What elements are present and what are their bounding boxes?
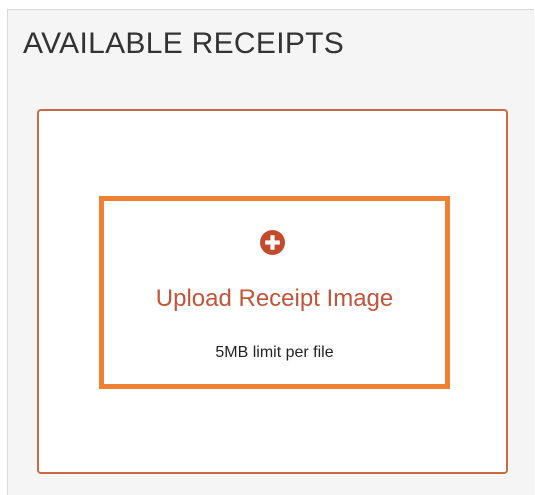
file-size-limit-text: 5MB limit per file <box>215 344 334 361</box>
receipt-dropzone[interactable]: Upload Receipt Image 5MB limit per file <box>37 109 508 474</box>
receipts-panel: AVAILABLE RECEIPTS Upload Receipt Image … <box>7 9 534 495</box>
section-title: AVAILABLE RECEIPTS <box>23 27 345 60</box>
upload-receipt-button[interactable]: Upload Receipt Image 5MB limit per file <box>99 196 450 389</box>
plus-circle-icon <box>260 230 285 255</box>
upload-label: Upload Receipt Image <box>155 285 394 312</box>
